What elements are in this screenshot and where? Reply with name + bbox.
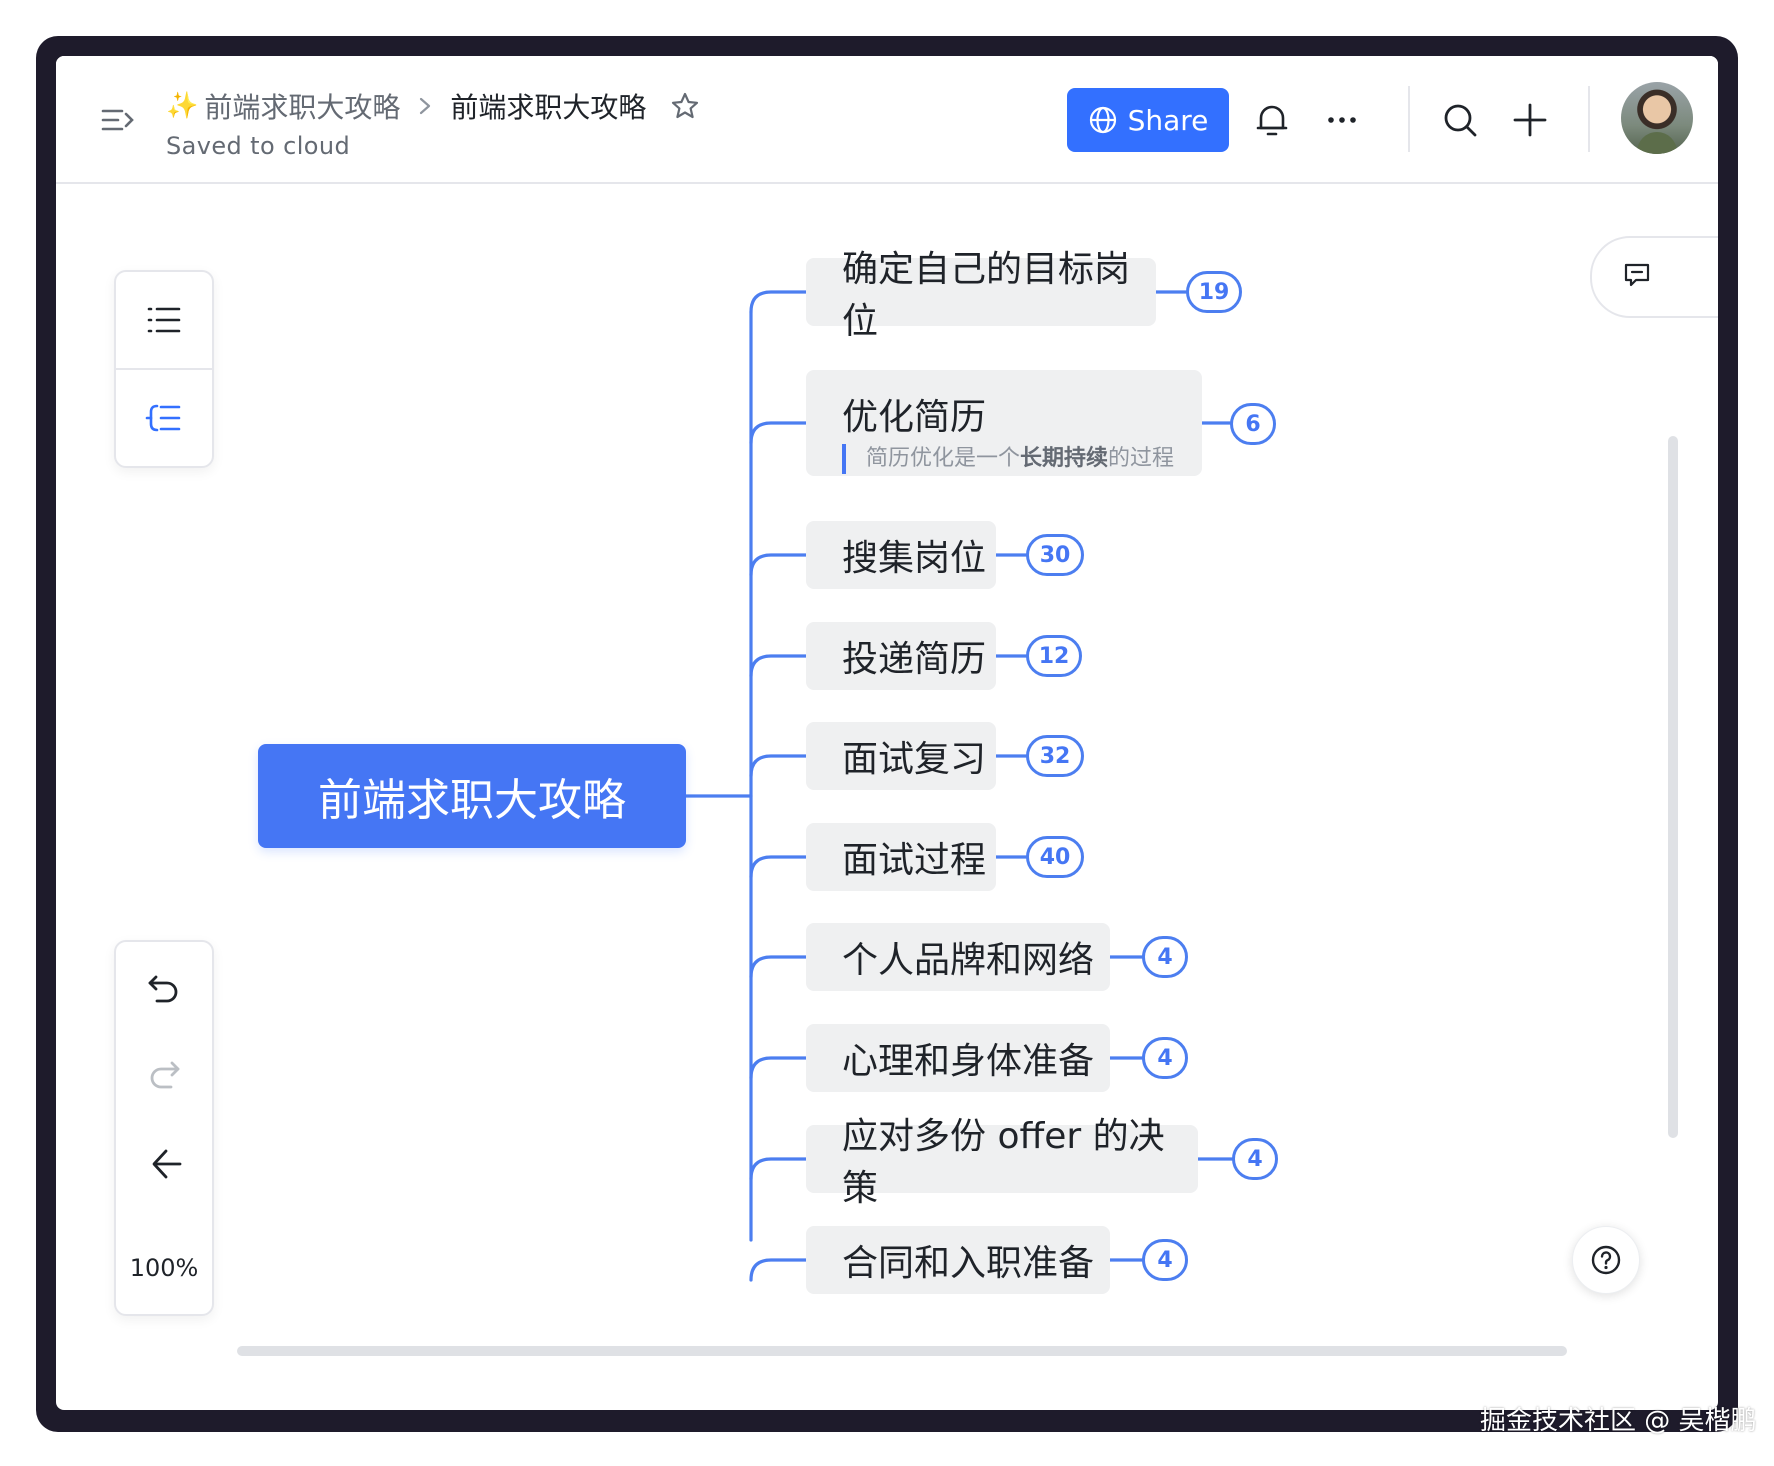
mindmap-node-mental-physical[interactable]: 心理和身体准备 — [806, 1024, 1110, 1092]
help-icon — [1591, 1245, 1621, 1275]
note-bold-text: 长期持续 — [1020, 446, 1109, 471]
branch-connector — [749, 754, 808, 778]
comments-button[interactable] — [1590, 236, 1718, 318]
mindmap-node-collect-jobs[interactable]: 搜集岗位 — [806, 521, 996, 589]
mindmap-node-target-role[interactable]: 确定自己的目标岗位 — [806, 249, 1156, 342]
branch-connector — [749, 654, 808, 678]
node-title: 优化简历 — [842, 397, 987, 438]
child-count-badge[interactable]: 40 — [1026, 836, 1084, 878]
watermark: 掘金技术社区 @ 吴楷鹏 — [1480, 1406, 1757, 1436]
node-title: 合同和入职准备 — [842, 1243, 1095, 1284]
branch-connector — [749, 1056, 808, 1080]
branch-connector — [749, 955, 808, 979]
mindmap-node-personal-brand[interactable]: 个人品牌和网络 — [806, 923, 1110, 991]
child-count-badge[interactable]: 4 — [1232, 1138, 1278, 1180]
note-text: 的过程 — [1108, 446, 1175, 471]
note-text: 简历优化是一个 — [866, 446, 1021, 471]
child-count-badge[interactable]: 30 — [1026, 534, 1084, 576]
mindmap-node-offer-decision[interactable]: 应对多份 offer 的决策 — [806, 1116, 1198, 1209]
node-title: 个人品牌和网络 — [842, 940, 1095, 981]
child-count-badge[interactable]: 4 — [1142, 936, 1188, 978]
child-count-badge[interactable]: 32 — [1026, 735, 1084, 777]
node-title: 面试复习 — [842, 739, 987, 780]
child-count-badge[interactable]: 4 — [1142, 1239, 1188, 1281]
node-title: 搜集岗位 — [842, 538, 987, 579]
branch-connector — [749, 421, 808, 445]
node-title: 心理和身体准备 — [842, 1041, 1095, 1082]
node-title: 确定自己的目标岗位 — [842, 249, 1131, 342]
branch-connector — [749, 855, 808, 879]
mindmap-node-submit-resume[interactable]: 投递简历 — [806, 622, 996, 690]
branch-connector — [749, 1157, 808, 1181]
mindmap-node-interview-process[interactable]: 面试过程 — [806, 823, 996, 891]
comment-icon — [1624, 263, 1650, 287]
vertical-scrollbar[interactable] — [1668, 436, 1678, 1138]
mindmap-node-interview-review[interactable]: 面试复习 — [806, 722, 996, 790]
child-count-badge[interactable]: 6 — [1230, 403, 1276, 445]
branch-connector — [749, 553, 808, 577]
mindmap-node-contract-onboarding[interactable]: 合同和入职准备 — [806, 1226, 1110, 1294]
child-count-badge[interactable]: 4 — [1142, 1037, 1188, 1079]
node-title: 投递简历 — [842, 639, 987, 680]
root-node[interactable]: 前端求职大攻略 — [258, 744, 686, 848]
mindmap-node-resume[interactable]: 优化简历 简历优化是一个长期持续的过程 — [806, 370, 1202, 476]
mindmap-window: ✨ 前端求职大攻略 前端求职大攻略 Saved to cloud Share 1… — [56, 56, 1718, 1410]
node-title: 应对多份 offer 的决策 — [842, 1116, 1165, 1209]
child-count-badge[interactable]: 19 — [1186, 271, 1242, 313]
branch-connector — [749, 290, 808, 314]
node-title: 面试过程 — [842, 840, 987, 881]
node-note: 简历优化是一个长期持续的过程 — [842, 444, 1174, 474]
branch-connector — [749, 1258, 808, 1282]
child-count-badge[interactable]: 12 — [1026, 635, 1082, 677]
horizontal-scrollbar[interactable] — [237, 1346, 1567, 1356]
help-button[interactable] — [1572, 1226, 1640, 1294]
